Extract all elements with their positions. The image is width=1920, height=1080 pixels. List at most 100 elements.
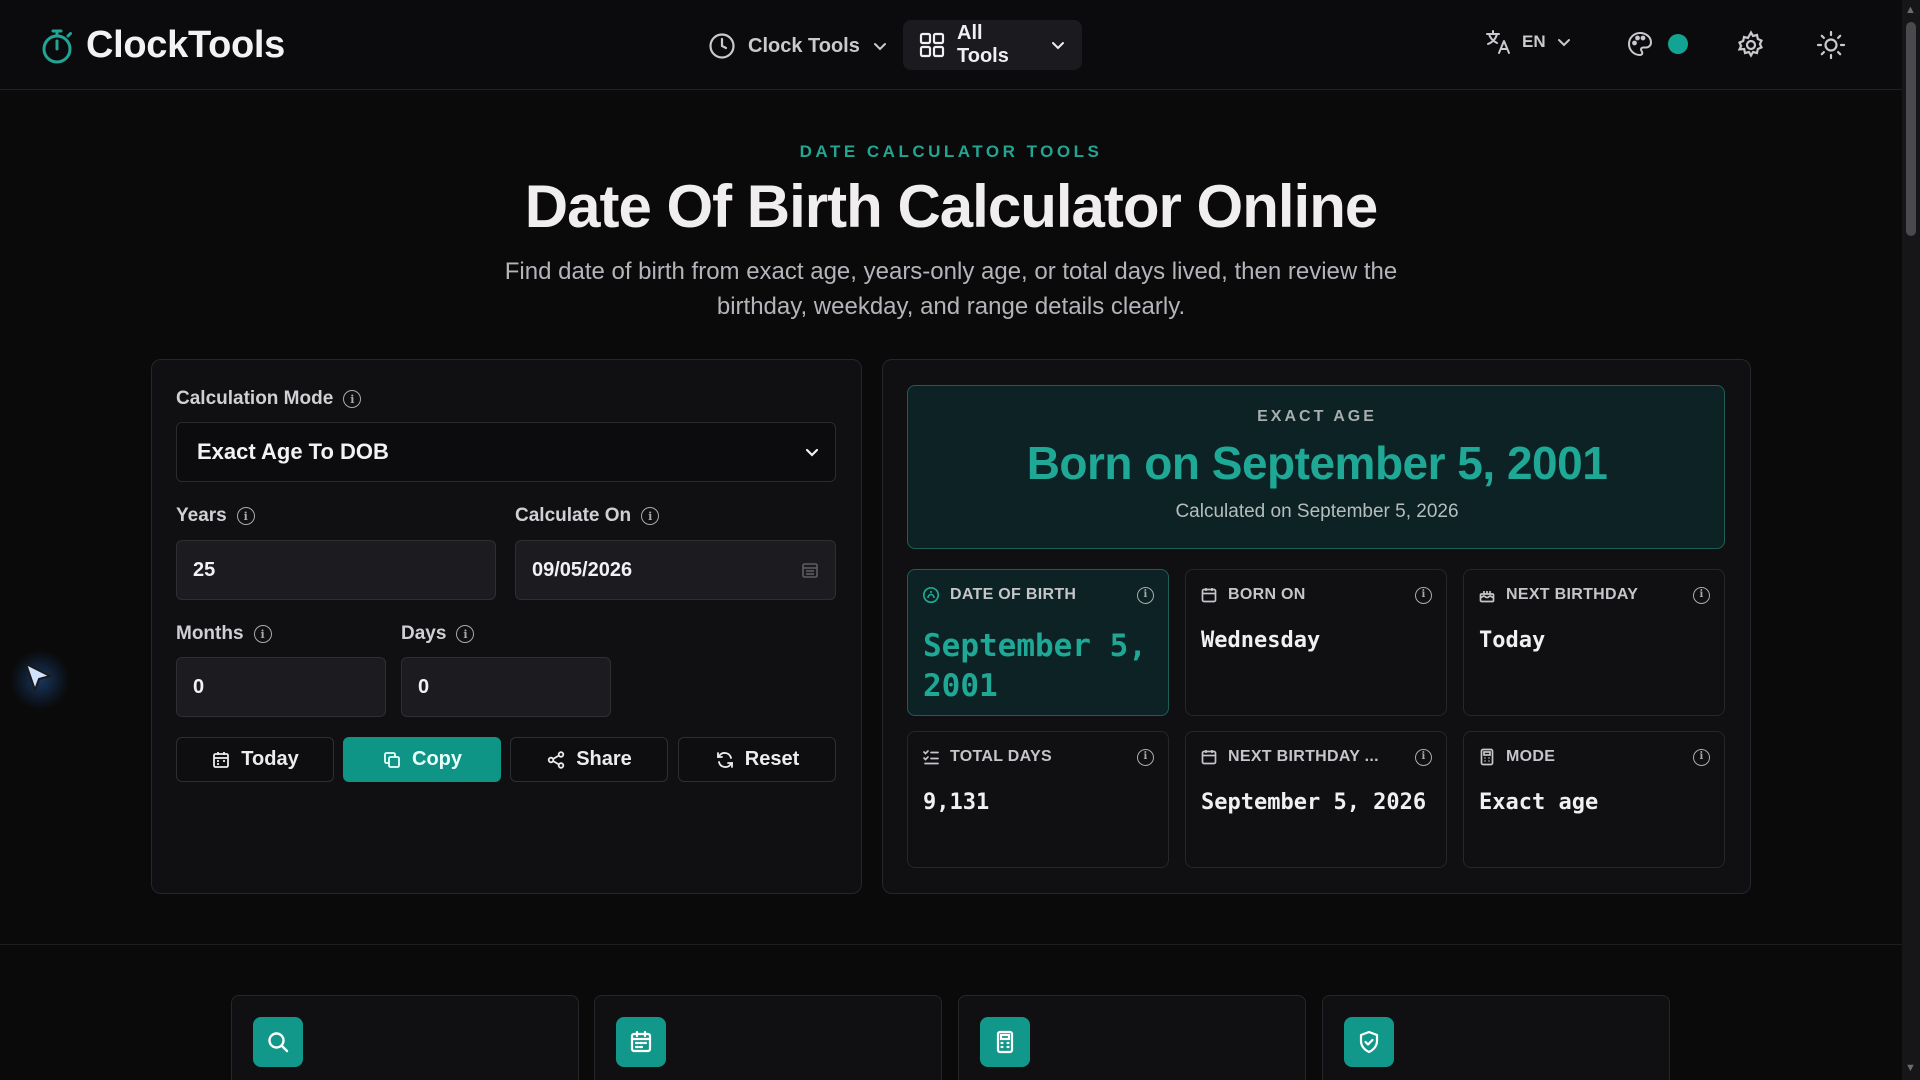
- refresh-icon: [715, 750, 735, 770]
- calendar-picker-icon[interactable]: [801, 561, 819, 579]
- stat-card-header: TOTAL DAYS i: [922, 748, 1154, 766]
- stat-value: Exact age: [1479, 790, 1599, 815]
- stat-label: NEXT BIRTHDAY ...: [1228, 748, 1379, 765]
- feature-card[interactable]: [1322, 995, 1670, 1080]
- section-divider: [0, 944, 1902, 945]
- calculate-on-value: 09/05/2026: [532, 558, 633, 581]
- accent-color-swatch: [1668, 34, 1688, 54]
- days-input[interactable]: 0: [401, 657, 611, 717]
- top-header: ClockTools Clock Tools All Tools EN: [0, 0, 1902, 90]
- gift-icon: [1478, 586, 1496, 604]
- theme-color-picker[interactable]: [1626, 30, 1688, 58]
- calculate-on-date-input[interactable]: 09/05/2026: [515, 540, 836, 600]
- copy-button-label: Copy: [412, 748, 462, 770]
- months-label: Months i: [176, 623, 272, 645]
- info-icon[interactable]: i: [1693, 748, 1710, 766]
- stat-card-date-of-birth: DATE OF BIRTH i September 5, 2001: [907, 569, 1169, 716]
- stat-card-born-on: BORN ON i Wednesday: [1185, 569, 1447, 716]
- stat-card-total-days: TOTAL DAYS i 9,131: [907, 731, 1169, 868]
- nav-all-tools-label: All Tools: [957, 22, 1009, 67]
- language-label: EN: [1522, 32, 1546, 51]
- info-icon[interactable]: i: [343, 390, 362, 408]
- feature-card[interactable]: [958, 995, 1306, 1080]
- calendar-icon: [616, 1017, 666, 1067]
- calculate-on-label: Calculate On i: [515, 505, 660, 527]
- years-input[interactable]: 25: [176, 540, 496, 600]
- clock-icon: [708, 32, 736, 60]
- brand-logo[interactable]: ClockTools: [40, 24, 285, 67]
- info-icon[interactable]: i: [1415, 586, 1432, 604]
- language-selector[interactable]: EN: [1484, 28, 1572, 56]
- mouse-cursor: [10, 650, 70, 710]
- theme-toggle-button[interactable]: [1816, 30, 1846, 65]
- stat-label: BORN ON: [1228, 586, 1306, 603]
- stat-card-header: NEXT BIRTHDAY ... i: [1200, 748, 1432, 766]
- info-icon[interactable]: i: [1137, 748, 1154, 766]
- list-check-icon: [922, 748, 940, 766]
- share-icon: [546, 750, 566, 770]
- calculator-icon: [980, 1017, 1030, 1067]
- info-icon[interactable]: i: [641, 507, 660, 525]
- nav-clock-tools-dropdown[interactable]: Clock Tools: [698, 24, 898, 68]
- info-icon[interactable]: i: [1693, 586, 1710, 604]
- reset-button-label: Reset: [744, 748, 800, 770]
- chevron-down-icon: [1556, 34, 1572, 50]
- calendar-icon: [211, 750, 231, 770]
- info-icon[interactable]: i: [456, 625, 475, 643]
- calculate-on-label-text: Calculate On: [515, 505, 632, 526]
- info-icon[interactable]: i: [253, 625, 272, 643]
- stat-label: NEXT BIRTHDAY: [1506, 586, 1639, 603]
- palette-icon: [1626, 30, 1654, 58]
- stat-label: DATE OF BIRTH: [950, 586, 1077, 603]
- info-icon[interactable]: i: [236, 507, 255, 525]
- grid-icon: [919, 32, 945, 58]
- share-button[interactable]: Share: [510, 737, 668, 782]
- stat-value: Wednesday: [1201, 628, 1321, 653]
- stat-card-header: NEXT BIRTHDAY i: [1478, 586, 1710, 604]
- stat-card-mode: MODE i Exact age: [1463, 731, 1725, 868]
- search-icon: [253, 1017, 303, 1067]
- page-title: Date Of Birth Calculator Online: [524, 173, 1378, 240]
- result-eyebrow: EXACT AGE: [1257, 408, 1377, 425]
- calculation-mode-label-text: Calculation Mode: [176, 388, 334, 409]
- info-icon[interactable]: i: [1137, 586, 1154, 604]
- shield-check-icon: [1344, 1017, 1394, 1067]
- result-summary-card: EXACT AGE Born on September 5, 2001 Calc…: [907, 385, 1725, 549]
- result-calculated-on: Calculated on September 5, 2026: [1175, 501, 1459, 522]
- scroll-down-arrow[interactable]: ▼: [1905, 1062, 1916, 1074]
- reset-button[interactable]: Reset: [678, 737, 836, 782]
- copy-button[interactable]: Copy: [343, 737, 501, 782]
- feature-card[interactable]: [231, 995, 579, 1080]
- copy-icon: [382, 750, 402, 770]
- page-subtitle: Find date of birth from exact age, years…: [470, 254, 1432, 324]
- settings-button[interactable]: [1736, 30, 1766, 65]
- chevron-down-icon: [872, 38, 888, 54]
- translate-icon: [1484, 28, 1512, 56]
- calculation-mode-select[interactable]: Exact Age To DOB: [176, 422, 836, 482]
- stat-card-header: MODE i: [1478, 748, 1710, 766]
- calendar-icon: [1200, 748, 1218, 766]
- months-input[interactable]: 0: [176, 657, 386, 717]
- stat-label: TOTAL DAYS: [950, 748, 1052, 765]
- nav-all-tools-dropdown[interactable]: All Tools: [903, 20, 1082, 70]
- info-icon[interactable]: i: [1415, 748, 1432, 766]
- share-button-label: Share: [576, 748, 632, 770]
- calendar-icon: [1200, 586, 1218, 604]
- stat-label: MODE: [1506, 748, 1556, 765]
- days-input-value: 0: [418, 675, 430, 698]
- days-label: Days i: [401, 623, 475, 645]
- today-button[interactable]: Today: [176, 737, 334, 782]
- scrollbar-thumb[interactable]: [1906, 22, 1916, 236]
- brand-name: ClockTools: [86, 24, 285, 66]
- sun-icon: [1816, 30, 1846, 60]
- subtitle-line-1: Find date of birth from exact age, years…: [504, 258, 1398, 285]
- stat-card-header: BORN ON i: [1200, 586, 1432, 604]
- stat-value: September 5, 2026: [1201, 790, 1427, 815]
- feature-card[interactable]: [594, 995, 942, 1080]
- result-headline: Born on September 5, 2001: [1026, 437, 1608, 489]
- years-label-text: Years: [176, 505, 227, 526]
- stat-card-next-birthday: NEXT BIRTHDAY i Today: [1463, 569, 1725, 716]
- calculation-mode-value: Exact Age To DOB: [197, 439, 389, 464]
- years-input-value: 25: [193, 558, 216, 581]
- scroll-up-arrow[interactable]: ▲: [1905, 4, 1916, 16]
